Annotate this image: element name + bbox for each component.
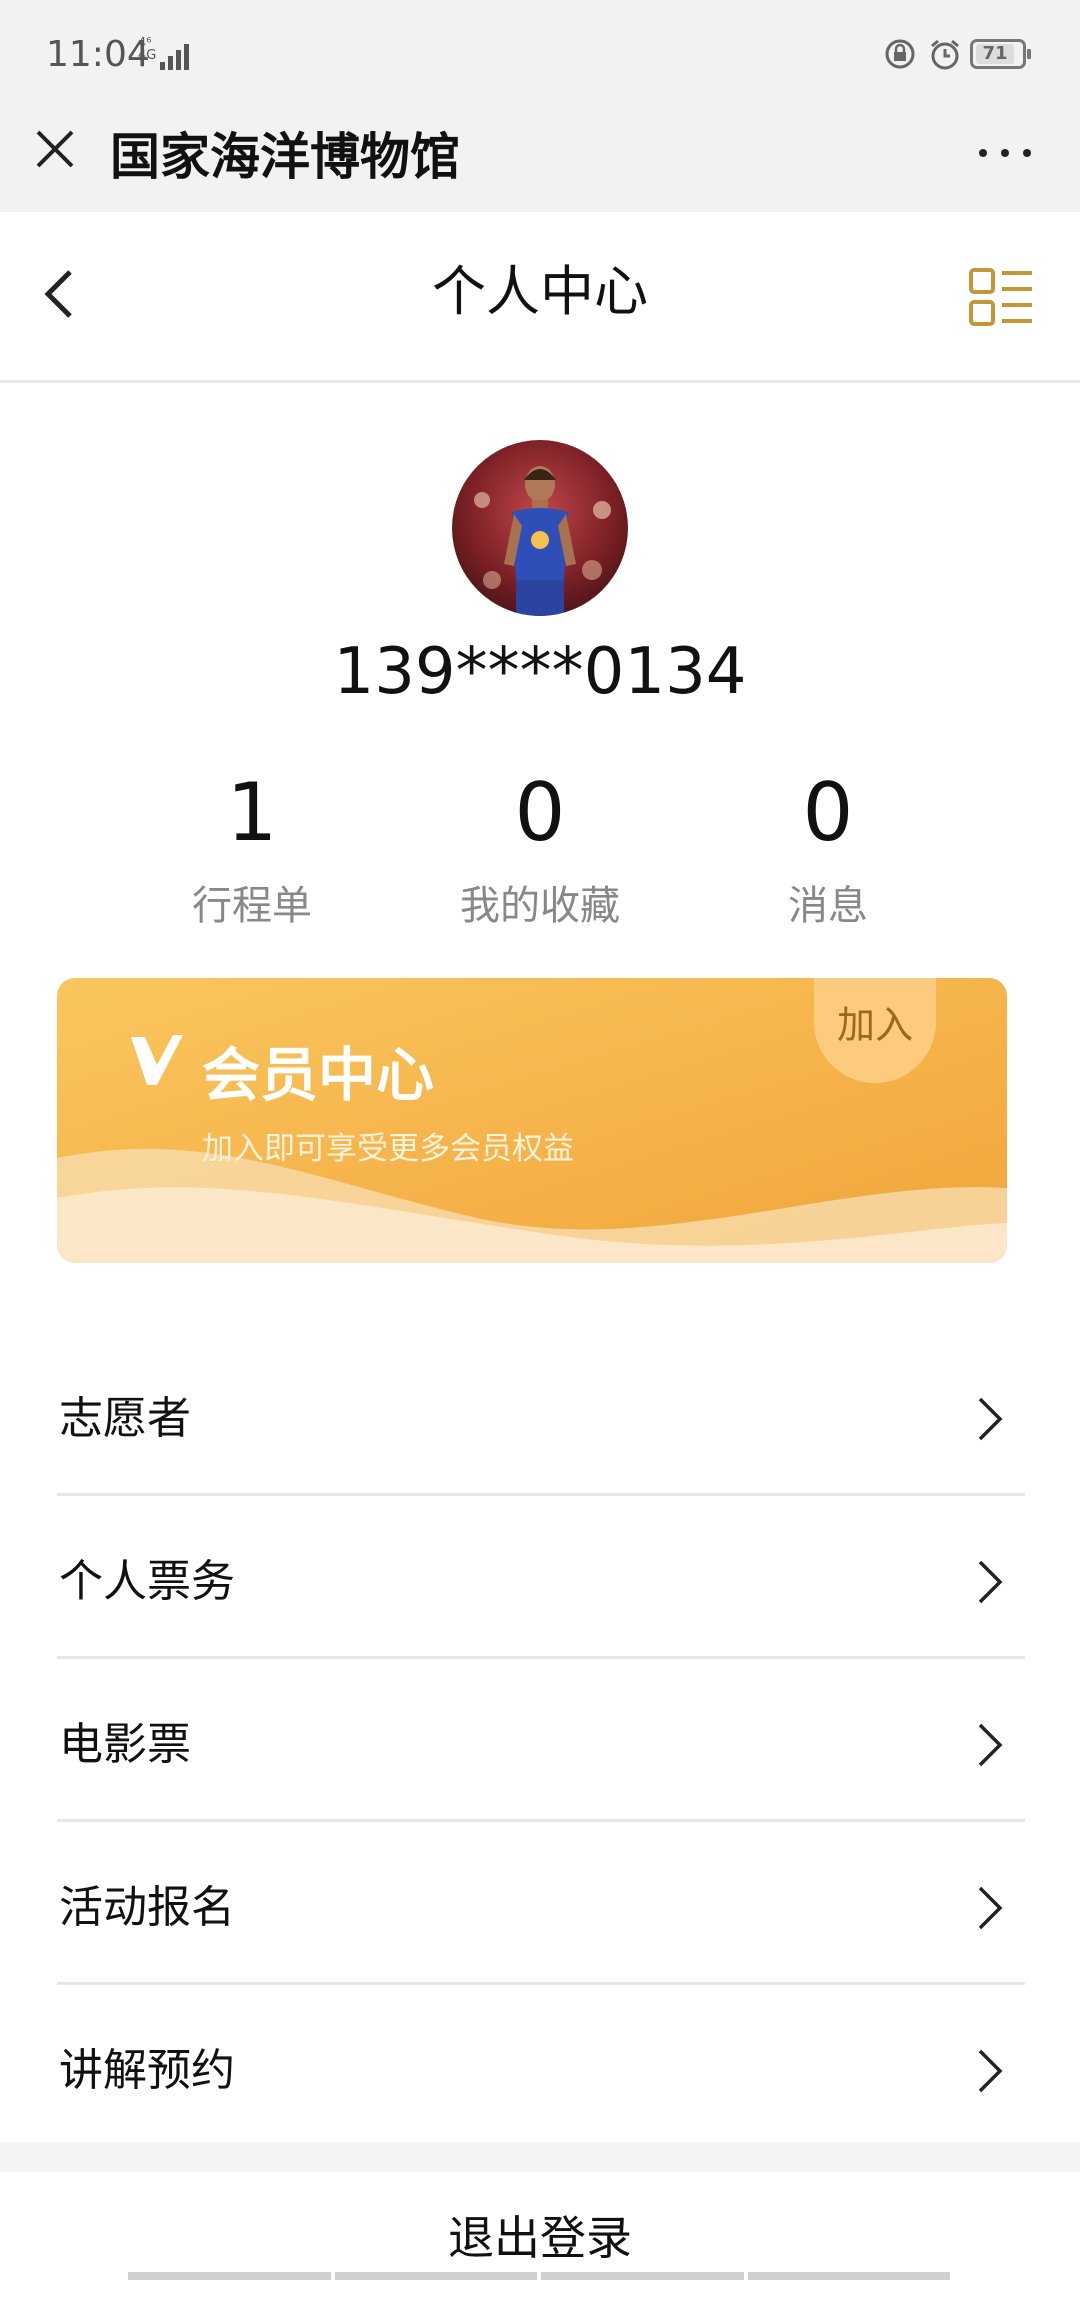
stat-label: 消息 [788,883,868,929]
menu-item-event-signup[interactable]: 活动报名 [57,1822,1025,1985]
member-subtitle: 加入即可享受更多会员权益 [202,1131,574,1167]
network-label: 4G [138,48,157,63]
menu-item-volunteer[interactable]: 志愿者 [57,1333,1025,1496]
member-center-card[interactable]: 会员中心 加入即可享受更多会员权益 加入 [57,978,1007,1263]
menu-item-movie-tickets[interactable]: 电影票 [57,1659,1025,1822]
logout-button[interactable]: 退出登录 [0,2172,1080,2280]
menu-item-guide-booking[interactable]: 讲解预约 [57,1985,1025,2145]
avatar[interactable] [452,440,628,616]
battery-icon: 71 [970,39,1031,69]
stat-favorites[interactable]: 0 我的收藏 [390,763,690,931]
lock-rotation-icon [885,39,915,69]
menu-item-label: 个人票务 [59,1556,235,1607]
stat-label: 我的收藏 [460,883,620,929]
menu-item-label: 活动报名 [59,1882,235,1933]
stat-value: 0 [514,766,566,859]
page-nav-bar: 个人中心 [0,212,1080,383]
wechat-title: 国家海洋博物馆 [110,128,460,186]
menu-item-label: 电影票 [59,1719,191,1770]
stat-value: 0 [802,766,854,859]
page-title: 个人中心 [432,260,648,323]
menu-item-tickets[interactable]: 个人票务 [57,1496,1025,1659]
phone-number: 139****0134 [333,635,747,709]
stat-label: 行程单 [192,883,312,929]
stat-messages[interactable]: 0 消息 [678,763,978,931]
menu-item-label: 讲解预约 [59,2045,235,2096]
chevron-right-icon [978,1723,1003,1767]
chevron-right-icon [978,1886,1003,1930]
grid-list-icon[interactable] [968,267,1034,329]
signal-icon [160,40,198,70]
chevron-right-icon [978,1560,1003,1604]
section-divider [0,2142,1080,2172]
status-bar: 11:04 4⁶ 4G 71 [0,0,1080,110]
stat-itinerary[interactable]: 1 行程单 [102,763,402,931]
chevron-right-icon [978,2049,1003,2093]
menu-list-items: 志愿者 个人票务 电影票 活动报名 讲解预约 [57,1333,1025,2145]
stat-value: 1 [226,766,278,859]
alarm-icon [931,39,959,70]
menu-item-label: 志愿者 [59,1393,191,1444]
chevron-right-icon [978,1397,1003,1441]
bottom-tab-strip [128,2272,950,2280]
avatar-image [452,440,628,616]
battery-level: 71 [976,44,1014,64]
vip-v-icon [131,1035,183,1085]
status-time: 11:04 [46,34,150,75]
close-icon[interactable] [30,124,80,174]
member-title: 会员中心 [202,1041,435,1109]
network-type: 4⁶ 4G [138,37,157,63]
more-icon[interactable] [975,143,1035,163]
wechat-header: 国家海洋博物馆 [0,110,1080,212]
